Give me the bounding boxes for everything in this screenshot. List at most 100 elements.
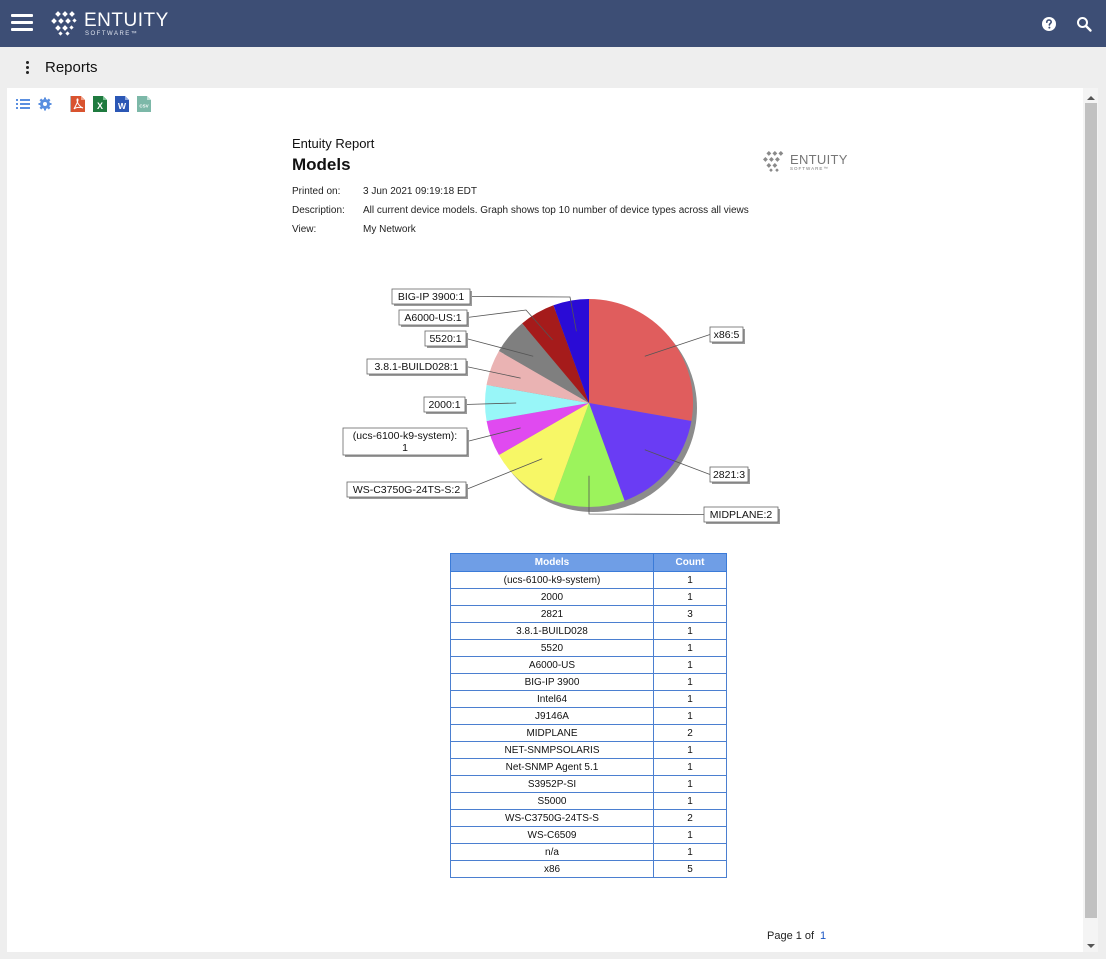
model-cell: BIG-IP 3900 <box>450 673 654 691</box>
pie-slice-label: MIDPLANE:2 <box>710 509 773 521</box>
report-title: Models <box>292 155 351 174</box>
search-icon[interactable] <box>1075 15 1093 33</box>
report-toolbar: X W CSV <box>7 88 307 118</box>
count-cell: 1 <box>653 622 727 640</box>
sub-header <box>0 47 1106 88</box>
report-logo-mark-icon <box>763 151 784 172</box>
count-cell: 1 <box>653 690 727 708</box>
model-cell: S5000 <box>450 792 654 810</box>
table-row: S3952P-SI 1 <box>450 775 727 793</box>
pie-slice[interactable] <box>589 299 694 422</box>
word-glyph: W <box>118 101 127 111</box>
model-cell: Net-SNMP Agent 5.1 <box>450 758 654 776</box>
table-row: 2821 3 <box>450 605 727 623</box>
pie-slice-label: 2821:3 <box>713 469 745 481</box>
table-row: Intel64 1 <box>450 690 727 708</box>
report-logo-brand: ENTUITY <box>790 151 848 167</box>
brand-subtitle: SOFTWARE™ <box>85 31 139 37</box>
pie-slice-label: 2000:1 <box>428 399 460 411</box>
more-options-icon[interactable] <box>24 61 30 75</box>
model-cell: A6000-US <box>450 656 654 674</box>
model-cell: WS-C6509 <box>450 826 654 844</box>
model-cell: MIDPLANE <box>450 724 654 742</box>
table-row: NET-SNMPSOLARIS 1 <box>450 741 727 759</box>
count-cell: 1 <box>653 571 727 589</box>
list-icon[interactable] <box>15 95 31 113</box>
count-column-header[interactable]: Count <box>653 553 727 572</box>
excel-icon[interactable]: X <box>92 95 108 113</box>
scrollbar-thumb[interactable] <box>1085 103 1097 918</box>
models-table: Models Count (ucs-6100-k9-system) 1 2000 1 2… <box>450 553 727 878</box>
table-row: 2000 1 <box>450 588 727 606</box>
table-header-row: Models Count <box>450 553 727 572</box>
excel-glyph: X <box>97 101 103 111</box>
models-column-header[interactable]: Models <box>450 553 654 572</box>
printed-on-label: Printed on: <box>292 186 341 197</box>
pie-slice-label: 5520:1 <box>429 333 461 345</box>
description-value: All current device models. Graph shows t… <box>363 205 749 216</box>
report-logo: ENTUITY SOFTWARE™ <box>762 150 848 174</box>
model-cell: J9146A <box>450 707 654 725</box>
table-body: (ucs-6100-k9-system) 1 2000 1 2821 3 3.8.1-BUI… <box>450 571 727 878</box>
view-label: View: <box>292 224 317 235</box>
model-cell: n/a <box>450 843 654 861</box>
count-cell: 1 <box>653 826 727 844</box>
table-row: WS-C6509 1 <box>450 826 727 844</box>
table-row: MIDPLANE 2 <box>450 724 727 742</box>
page-total-link[interactable]: 1 <box>820 930 826 942</box>
count-cell: 1 <box>653 741 727 759</box>
count-cell: 1 <box>653 843 727 861</box>
page-indicator-label: Page 1 of <box>767 930 815 942</box>
table-row: J9146A 1 <box>450 707 727 725</box>
model-cell: (ucs-6100-k9-system) <box>450 571 654 589</box>
pdf-icon[interactable] <box>70 95 86 113</box>
pie-slice-label: A6000-US:1 <box>404 312 461 324</box>
pie-slice-label: WS-C3750G-24TS-S:2 <box>353 484 461 496</box>
count-cell: 1 <box>653 775 727 793</box>
table-row: BIG-IP 3900 1 <box>450 673 727 691</box>
brand-name: ENTUITY <box>84 10 169 31</box>
csv-icon[interactable]: CSV <box>136 95 152 113</box>
word-icon[interactable]: W <box>114 95 130 113</box>
models-pie-chart: x86:5 2821:3 MIDPLANE:2 WS-C3750G-24TS-S:2(… <box>330 285 790 525</box>
count-cell: 1 <box>653 639 727 657</box>
help-icon[interactable] <box>1040 15 1058 33</box>
model-cell: WS-C3750G-24TS-S <box>450 809 654 827</box>
printed-on-value: 3 Jun 2021 09:19:18 EDT <box>363 186 477 197</box>
page-title: Reports <box>45 59 98 76</box>
scroll-down-icon[interactable] <box>1085 938 1097 948</box>
model-cell: x86 <box>450 860 654 878</box>
pie-slice-label: 3.8.1-BUILD028:1 <box>374 361 458 373</box>
count-cell: 5 <box>653 860 727 878</box>
model-cell: 2000 <box>450 588 654 606</box>
table-row: (ucs-6100-k9-system) 1 <box>450 571 727 589</box>
table-row: x86 5 <box>450 860 727 878</box>
view-value: My Network <box>363 224 416 235</box>
scroll-up-icon[interactable] <box>1085 90 1097 100</box>
report-kicker: Entuity Report <box>292 136 375 151</box>
hamburger-menu-icon[interactable] <box>11 14 33 32</box>
table-row: 5520 1 <box>450 639 727 657</box>
model-cell: 5520 <box>450 639 654 657</box>
table-row: WS-C3750G-24TS-S 2 <box>450 809 727 827</box>
count-cell: 2 <box>653 724 727 742</box>
report-logo-subtitle: SOFTWARE™ <box>790 165 829 171</box>
model-cell: S3952P-SI <box>450 775 654 793</box>
table-row: 3.8.1-BUILD028 1 <box>450 622 727 640</box>
model-cell: 3.8.1-BUILD028 <box>450 622 654 640</box>
count-cell: 1 <box>653 707 727 725</box>
count-cell: 1 <box>653 673 727 691</box>
table-row: A6000-US 1 <box>450 656 727 674</box>
count-cell: 1 <box>653 758 727 776</box>
table-row: Net-SNMP Agent 5.1 1 <box>450 758 727 776</box>
table-row: n/a 1 <box>450 843 727 861</box>
model-cell: 2821 <box>450 605 654 623</box>
csv-glyph: CSV <box>139 104 148 109</box>
model-cell: Intel64 <box>450 690 654 708</box>
pie-slice-label: x86:5 <box>714 329 740 341</box>
pie-slice-label: BIG-IP 3900:1 <box>398 291 465 303</box>
entuity-logo[interactable]: ENTUITY SOFTWARE™ <box>50 9 169 39</box>
gear-icon[interactable] <box>37 95 53 113</box>
model-cell: NET-SNMPSOLARIS <box>450 741 654 759</box>
description-label: Description: <box>292 205 345 216</box>
